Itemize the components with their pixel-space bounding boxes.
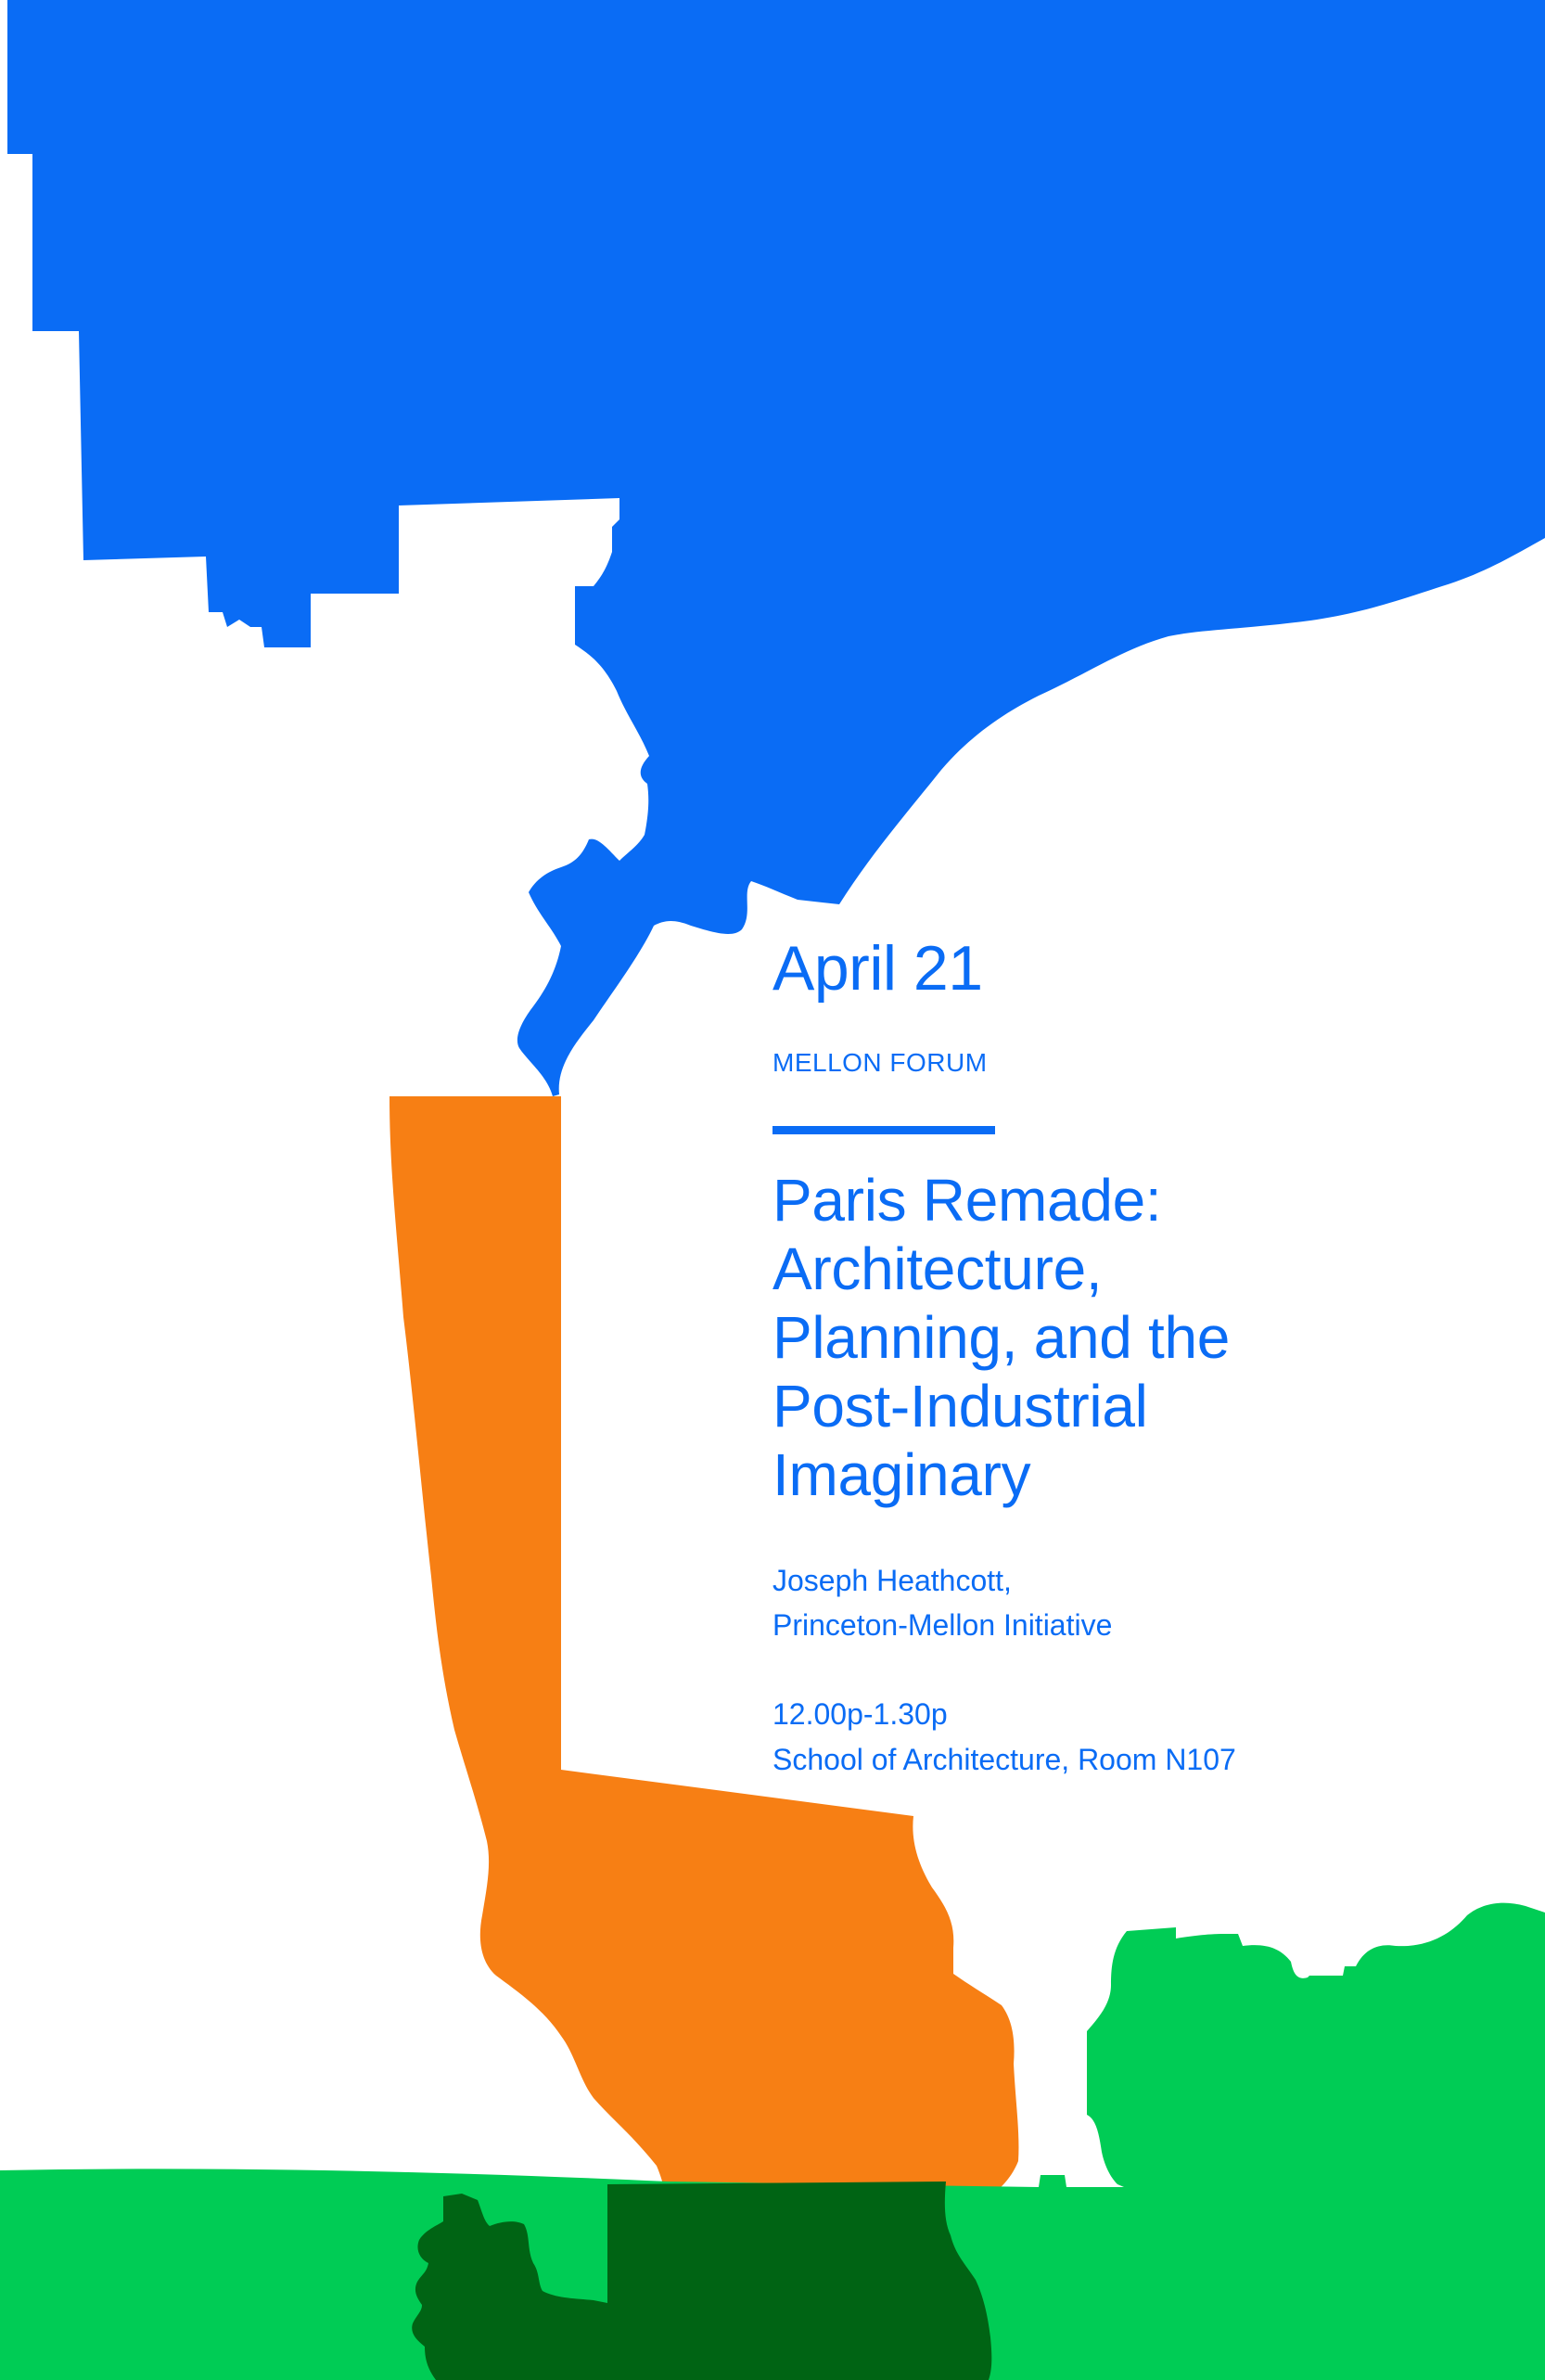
title-line: Post-Industrial (772, 1373, 1148, 1440)
event-title: Paris Remade: Architecture, Planning, an… (772, 1166, 1496, 1509)
event-date: April 21 (772, 933, 983, 1004)
event-series: MELLON FORUM (772, 1048, 988, 1077)
title-line: Planning, and the (772, 1304, 1231, 1371)
event-location: School of Architecture, Room N107 (772, 1743, 1236, 1777)
event-time: 12.00p-1.30p (772, 1697, 948, 1732)
title-line: Imaginary (772, 1441, 1031, 1508)
title-line: Paris Remade: (772, 1167, 1162, 1234)
speaker-name: Joseph Heathcott, (772, 1564, 1012, 1598)
event-details: 12.00p-1.30p School of Architecture, Roo… (772, 1692, 1496, 1783)
divider-rule (772, 1126, 995, 1134)
blue-map-region (7, 0, 1545, 1096)
event-poster: April 21 MELLON FORUM Paris Remade: Arch… (0, 0, 1545, 2380)
title-line: Architecture, (772, 1235, 1103, 1302)
speaker-info: Joseph Heathcott, Princeton-Mellon Initi… (772, 1558, 1496, 1647)
speaker-affiliation: Princeton-Mellon Initiative (772, 1608, 1113, 1643)
event-info: April 21 MELLON FORUM Paris Remade: Arch… (772, 937, 1496, 1783)
